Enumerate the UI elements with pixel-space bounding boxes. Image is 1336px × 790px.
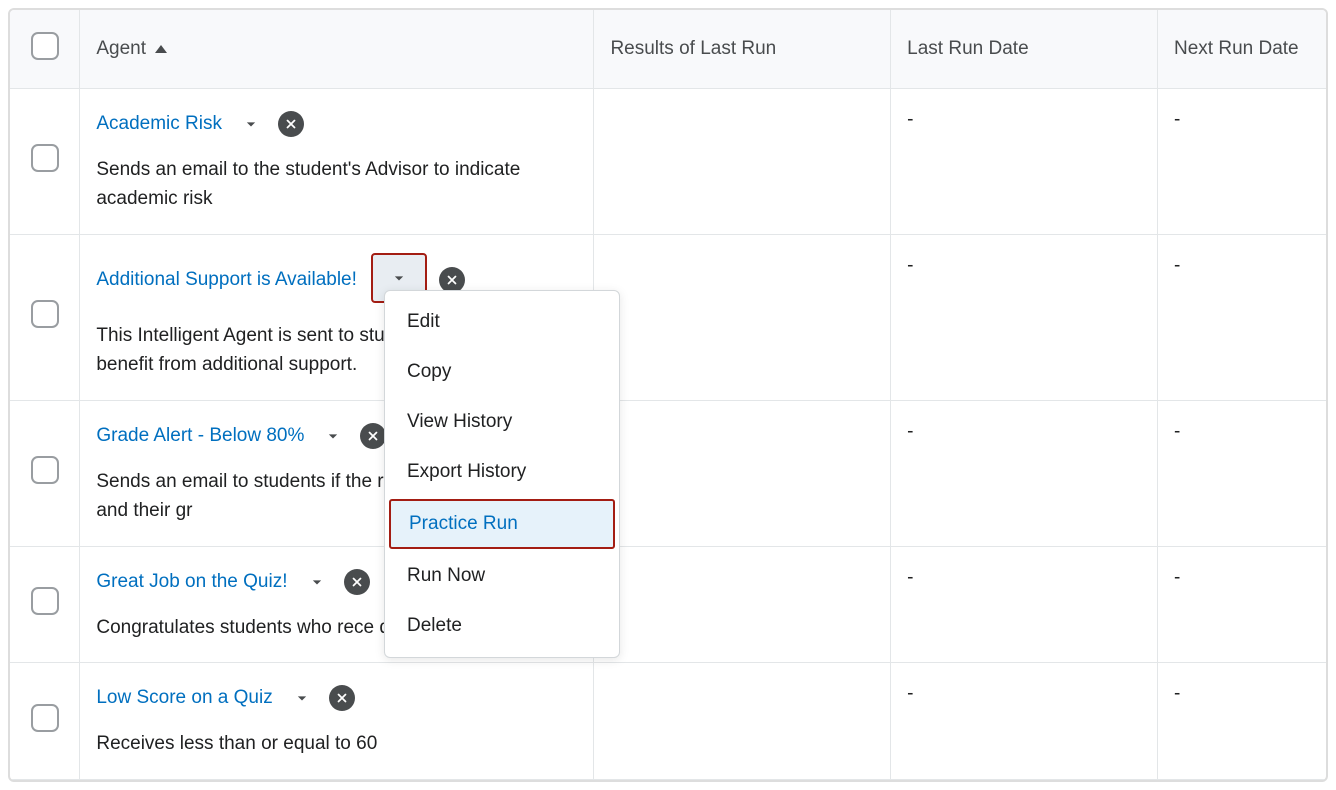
header-next-run-label: Next Run Date (1174, 38, 1299, 59)
table-row: Great Job on the Quiz!Congratulates stud… (10, 546, 1326, 662)
next-run-cell: - (1158, 89, 1326, 235)
header-last-run[interactable]: Last Run Date (891, 10, 1158, 89)
row-checkbox-cell (10, 234, 80, 400)
chevron-down-icon[interactable] (302, 567, 332, 597)
row-checkbox[interactable] (31, 456, 59, 484)
menu-export-history[interactable]: Export History (385, 447, 619, 497)
agent-cell: Academic Risk Sends an email to the stude… (80, 89, 594, 235)
row-checkbox-cell (10, 400, 80, 546)
header-agent-label: Agent (96, 38, 146, 59)
select-all-checkbox[interactable] (31, 32, 59, 60)
row-checkbox[interactable] (31, 704, 59, 732)
disabled-status-icon (278, 111, 304, 137)
menu-copy[interactable]: Copy (385, 347, 619, 397)
header-results-label: Results of Last Run (610, 38, 776, 59)
menu-run-now[interactable]: Run Now (385, 551, 619, 601)
chevron-down-icon[interactable] (318, 421, 348, 451)
chevron-down-icon[interactable] (287, 683, 317, 713)
agent-link[interactable]: Academic Risk (96, 113, 222, 134)
agent-link[interactable]: Additional Support is Available! (96, 269, 357, 290)
table-row: Grade Alert - Below 80%Sends an email to… (10, 400, 1326, 546)
agent-description: Sends an email to the student's Advisor … (96, 155, 577, 214)
last-run-cell: - (891, 89, 1158, 235)
chevron-down-icon[interactable] (236, 109, 266, 139)
header-last-run-label: Last Run Date (907, 38, 1028, 59)
menu-delete[interactable]: Delete (385, 601, 619, 651)
agent-link[interactable]: Great Job on the Quiz! (96, 571, 287, 592)
agents-table-frame: Agent Results of Last Run Last Run Date … (8, 8, 1328, 782)
header-agent[interactable]: Agent (80, 10, 594, 89)
next-run-cell: - (1158, 400, 1326, 546)
row-checkbox[interactable] (31, 587, 59, 615)
header-next-run[interactable]: Next Run Date (1158, 10, 1326, 89)
menu-practice-run[interactable]: Practice Run (389, 499, 615, 549)
row-checkbox[interactable] (31, 300, 59, 328)
last-run-cell: - (891, 663, 1158, 779)
agent-link[interactable]: Grade Alert - Below 80% (96, 425, 304, 446)
results-cell (594, 89, 891, 235)
row-checkbox-cell (10, 89, 80, 235)
disabled-status-icon (360, 423, 386, 449)
sort-asc-icon (155, 45, 167, 53)
agents-table: Agent Results of Last Run Last Run Date … (10, 10, 1326, 780)
menu-view-history[interactable]: View History (385, 397, 619, 447)
table-row: Additional Support is Available!This Int… (10, 234, 1326, 400)
table-row: Low Score on a Quiz Receives less than or… (10, 663, 1326, 779)
header-results[interactable]: Results of Last Run (594, 10, 891, 89)
results-cell (594, 234, 891, 400)
disabled-status-icon (329, 685, 355, 711)
row-checkbox-cell (10, 546, 80, 662)
results-cell (594, 546, 891, 662)
next-run-cell: - (1158, 546, 1326, 662)
menu-edit[interactable]: Edit (385, 297, 619, 347)
agent-description: Receives less than or equal to 60 (96, 729, 577, 758)
header-checkbox-cell (10, 10, 80, 89)
next-run-cell: - (1158, 234, 1326, 400)
results-cell (594, 663, 891, 779)
last-run-cell: - (891, 546, 1158, 662)
results-cell (594, 400, 891, 546)
disabled-status-icon (439, 267, 465, 293)
table-row: Academic Risk Sends an email to the stude… (10, 89, 1326, 235)
row-checkbox-cell (10, 663, 80, 779)
row-checkbox[interactable] (31, 144, 59, 172)
last-run-cell: - (891, 234, 1158, 400)
agent-link[interactable]: Low Score on a Quiz (96, 687, 272, 708)
agent-cell: Low Score on a Quiz Receives less than or… (80, 663, 594, 779)
next-run-cell: - (1158, 663, 1326, 779)
last-run-cell: - (891, 400, 1158, 546)
disabled-status-icon (344, 569, 370, 595)
context-menu: Edit Copy View History Export History Pr… (384, 290, 620, 658)
